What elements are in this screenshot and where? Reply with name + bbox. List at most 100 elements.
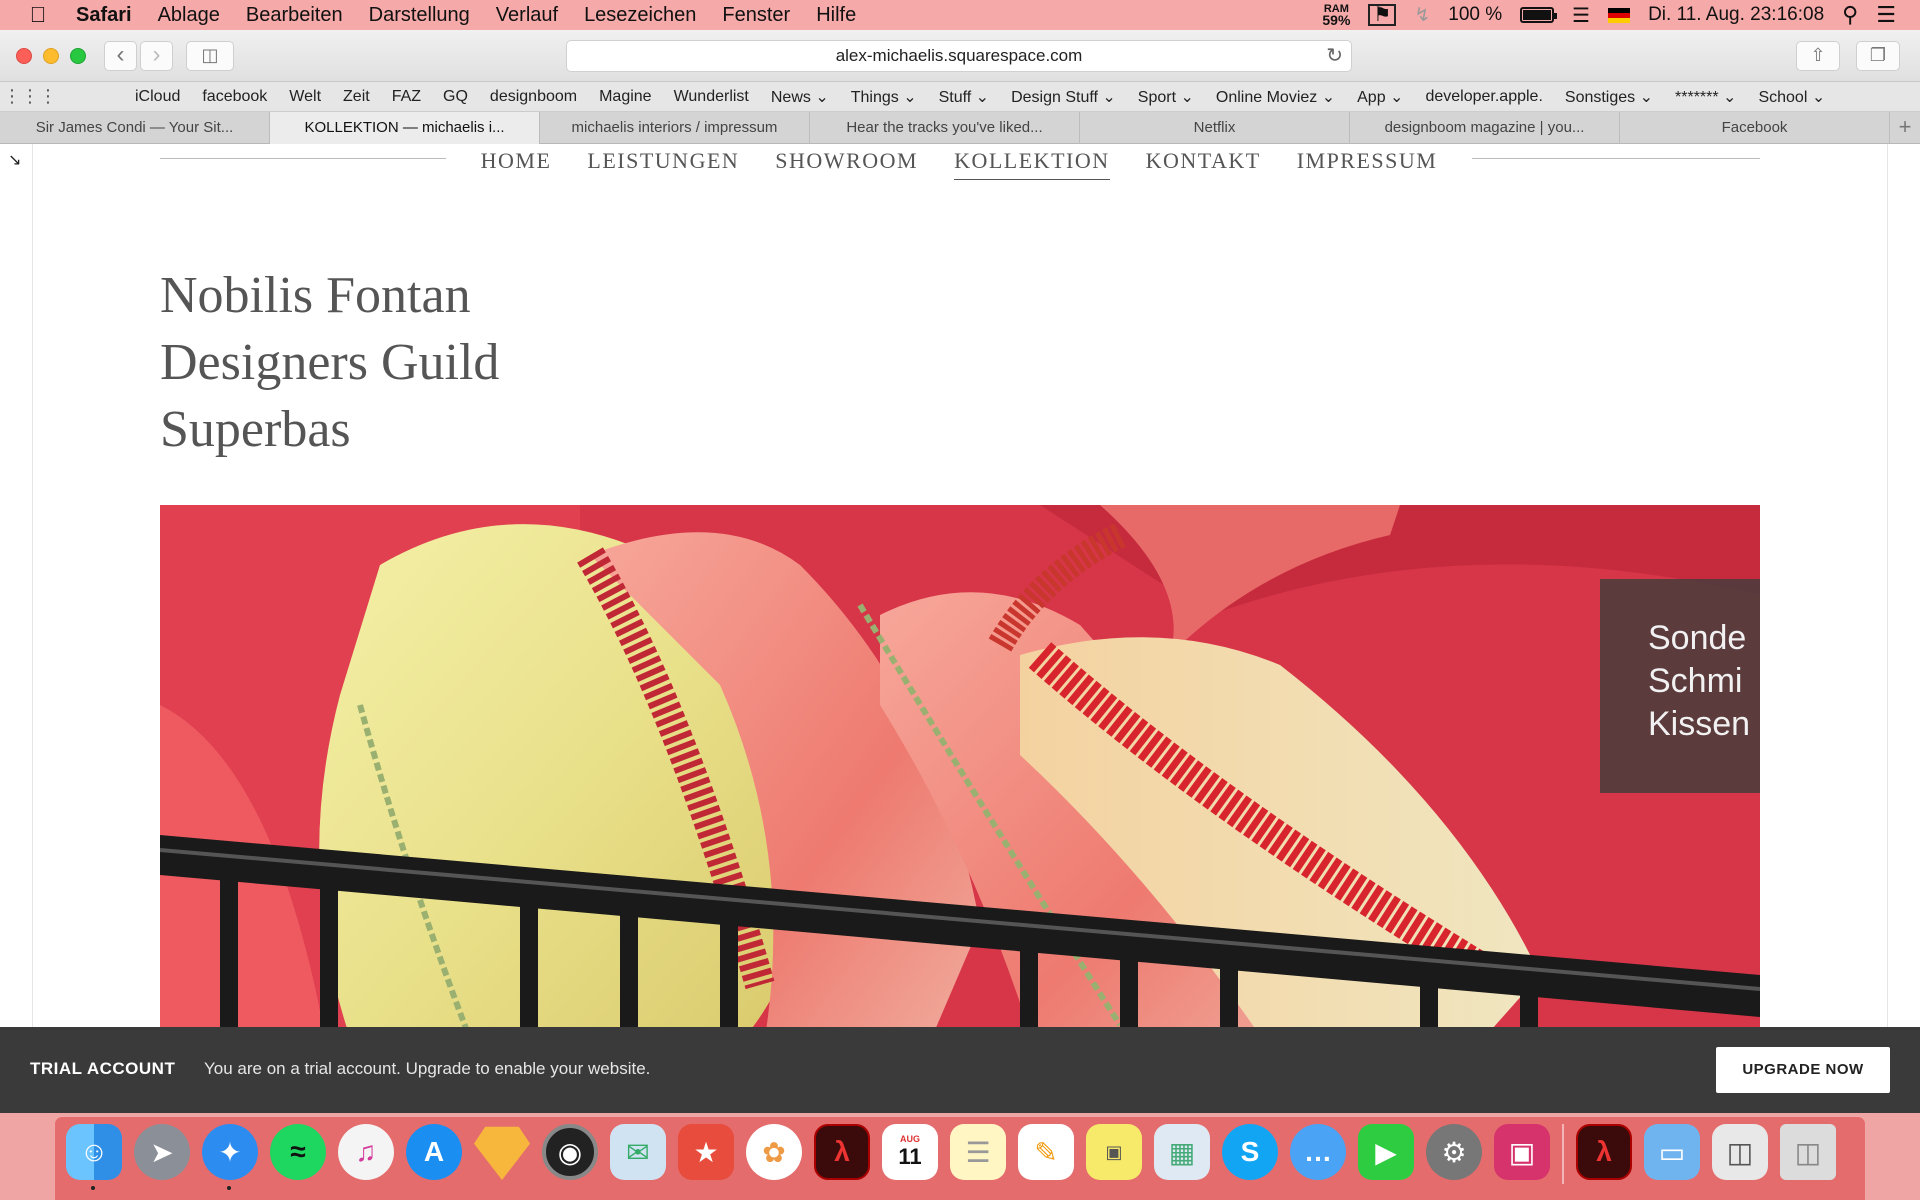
messages-bubble-icon[interactable]: … [1290, 1124, 1346, 1180]
bookmark-status-icon[interactable]: ⚑ [1368, 4, 1397, 26]
bookmark-folder-design-stuff[interactable]: Design Stuff ⌄ [1011, 87, 1116, 107]
battery-text[interactable]: 100 % [1448, 4, 1502, 26]
trash-icon[interactable]: ◫ [1780, 1124, 1836, 1180]
tab-netflix[interactable]: Netflix [1080, 112, 1350, 144]
archive-icon[interactable]: ◫ [1712, 1124, 1768, 1180]
new-tab-plus-icon[interactable]: + [1890, 112, 1920, 143]
pages-pen-icon[interactable]: ✎ [1018, 1124, 1074, 1180]
bookmark-developer-apple[interactable]: developer.apple. [1425, 88, 1542, 106]
menu-hilfe[interactable]: Hilfe [816, 4, 856, 27]
launchpad-rocket-icon[interactable]: ➤ [134, 1124, 190, 1180]
safari-compass-icon[interactable]: ✦ [202, 1124, 258, 1190]
top-sites-grid-icon[interactable]: ⋮⋮⋮ [0, 86, 60, 107]
facetime-camera-icon[interactable]: ▶ [1358, 1124, 1414, 1180]
cleanmymac-icon[interactable]: ▣ [1494, 1124, 1550, 1180]
address-bar[interactable]: alex-michaelis.squarespace.com ↻ [566, 40, 1352, 72]
browser-toolbar: ‹ › ◫ alex-michaelis.squarespace.com ↻ ⇧… [0, 30, 1920, 82]
ram-indicator[interactable]: RAM 59% [1322, 4, 1350, 28]
battery-icon[interactable] [1520, 7, 1558, 23]
bookmark-gq[interactable]: GQ [443, 88, 468, 106]
bookmark-facebook[interactable]: facebook [202, 88, 267, 106]
preview-icon[interactable]: ▦ [1154, 1124, 1210, 1180]
zoom-window-button[interactable] [70, 48, 86, 64]
tab-designboom[interactable]: designboom magazine | you... [1350, 112, 1620, 144]
stickies-icon[interactable]: ▣ [1086, 1124, 1142, 1180]
nav-impressum[interactable]: IMPRESSUM [1297, 148, 1438, 180]
spotify-icon[interactable]: ≈ [270, 1124, 326, 1180]
spotlight-search-icon[interactable]: ⚲ [1842, 2, 1858, 28]
calendar-icon[interactable]: AUG 11 [882, 1124, 938, 1180]
bookmark-folder-stuff[interactable]: Stuff ⌄ [939, 87, 989, 107]
acrobat-reader-icon[interactable]: λ [1576, 1124, 1632, 1180]
nav-home[interactable]: HOME [481, 148, 552, 180]
upgrade-now-button[interactable]: UPGRADE NOW [1716, 1047, 1890, 1093]
aperture-lens-icon[interactable]: ◉ [542, 1124, 598, 1180]
bookmarks-bar: ⋮⋮⋮ iCloud facebook Welt Zeit FAZ GQ des… [0, 82, 1920, 112]
forward-button[interactable]: › [140, 41, 173, 71]
skype-icon[interactable]: S [1222, 1124, 1278, 1180]
notification-center-icon[interactable]: ☰ [1876, 2, 1896, 28]
bookmark-folder-things[interactable]: Things ⌄ [851, 87, 917, 107]
title-line-2: Designers Guild [160, 334, 500, 391]
bookmark-zeit[interactable]: Zeit [343, 88, 370, 106]
menu-lesezeichen[interactable]: Lesezeichen [584, 4, 696, 27]
finder-icon[interactable]: ☺ [66, 1124, 122, 1190]
tab-bar: Sir James Condi — Your Sit... KOLLEKTION… [0, 112, 1920, 144]
nav-showroom[interactable]: SHOWROOM [775, 148, 918, 180]
dock-separator [1562, 1124, 1564, 1184]
bookmark-welt[interactable]: Welt [289, 88, 321, 106]
sketch-diamond-icon[interactable] [474, 1126, 530, 1180]
bookmark-wunderlist[interactable]: Wunderlist [674, 88, 749, 106]
tab-hear-the-tracks[interactable]: Hear the tracks you've liked... [810, 112, 1080, 144]
bookmark-folder-school[interactable]: School ⌄ [1758, 87, 1825, 107]
app-store-icon[interactable]: A [406, 1124, 462, 1180]
menu-ablage[interactable]: Ablage [158, 4, 220, 27]
tab-facebook[interactable]: Facebook [1620, 112, 1890, 144]
mail-stamp-icon[interactable]: ✉ [610, 1124, 666, 1180]
menu-verlauf[interactable]: Verlauf [496, 4, 558, 27]
close-window-button[interactable] [16, 48, 32, 64]
reload-icon[interactable]: ↻ [1326, 41, 1343, 71]
bookmark-designboom[interactable]: designboom [490, 88, 577, 106]
bluetooth-icon[interactable]: ↯ [1414, 4, 1430, 27]
menu-app-name[interactable]: Safari [76, 4, 132, 27]
minimize-window-button[interactable] [43, 48, 59, 64]
apple-icon[interactable]:  [0, 2, 76, 28]
tab-kollektion[interactable]: KOLLEKTION — michaelis i... [270, 112, 540, 144]
nav-kontakt[interactable]: KONTAKT [1146, 148, 1261, 180]
bookmark-folder-news[interactable]: News ⌄ [771, 87, 829, 107]
nav-kollektion[interactable]: KOLLEKTION [954, 148, 1110, 180]
folder-icon[interactable]: ▭ [1644, 1124, 1700, 1180]
image-caption-overlay: Sonde Schmi Kissen [1600, 579, 1760, 793]
bookmark-folder-sport[interactable]: Sport ⌄ [1138, 87, 1194, 107]
show-all-tabs-icon[interactable]: ❐ [1856, 41, 1900, 71]
hero-image-cushions[interactable]: Sonde Schmi Kissen [160, 505, 1760, 1027]
back-button[interactable]: ‹ [104, 41, 137, 71]
menu-fenster[interactable]: Fenster [722, 4, 790, 27]
nav-leistungen[interactable]: LEISTUNGEN [587, 148, 739, 180]
url-text: alex-michaelis.squarespace.com [835, 46, 1083, 65]
notes-icon[interactable]: ☰ [950, 1124, 1006, 1180]
input-source-flag-icon[interactable] [1608, 7, 1631, 23]
tab-michaelis-impressum[interactable]: michaelis interiors / impressum [540, 112, 810, 144]
tab-sir-james-condi[interactable]: Sir James Condi — Your Sit... [0, 112, 270, 144]
wunderlist-star-icon[interactable]: ★ [678, 1124, 734, 1180]
photos-flower-icon[interactable]: ✿ [746, 1124, 802, 1180]
bookmark-faz[interactable]: FAZ [392, 88, 421, 106]
bookmark-folder-hidden[interactable]: ******* ⌄ [1675, 87, 1736, 107]
bookmark-folder-online-moviez[interactable]: Online Moviez ⌄ [1216, 87, 1335, 107]
menu-bearbeiten[interactable]: Bearbeiten [246, 4, 343, 27]
acrobat-icon[interactable]: λ [814, 1124, 870, 1180]
bookmark-magine[interactable]: Magine [599, 88, 651, 106]
itunes-music-note-icon[interactable]: ♫ [338, 1124, 394, 1180]
bookmark-folder-app[interactable]: App ⌄ [1357, 87, 1403, 107]
system-preferences-gear-icon[interactable]: ⚙ [1426, 1124, 1482, 1180]
share-icon[interactable]: ⇧ [1796, 41, 1840, 71]
clock[interactable]: Di. 11. Aug. 23:16:08 [1648, 4, 1824, 26]
bookmark-folder-sonstiges[interactable]: Sonstiges ⌄ [1565, 87, 1653, 107]
sidebar-toggle-icon[interactable]: ◫ [186, 41, 234, 71]
bookmark-icloud[interactable]: iCloud [135, 88, 180, 106]
wifi-icon[interactable]: ☰ [1572, 3, 1590, 28]
caption-line-3: Kissen [1648, 705, 1751, 743]
menu-darstellung[interactable]: Darstellung [369, 4, 470, 27]
